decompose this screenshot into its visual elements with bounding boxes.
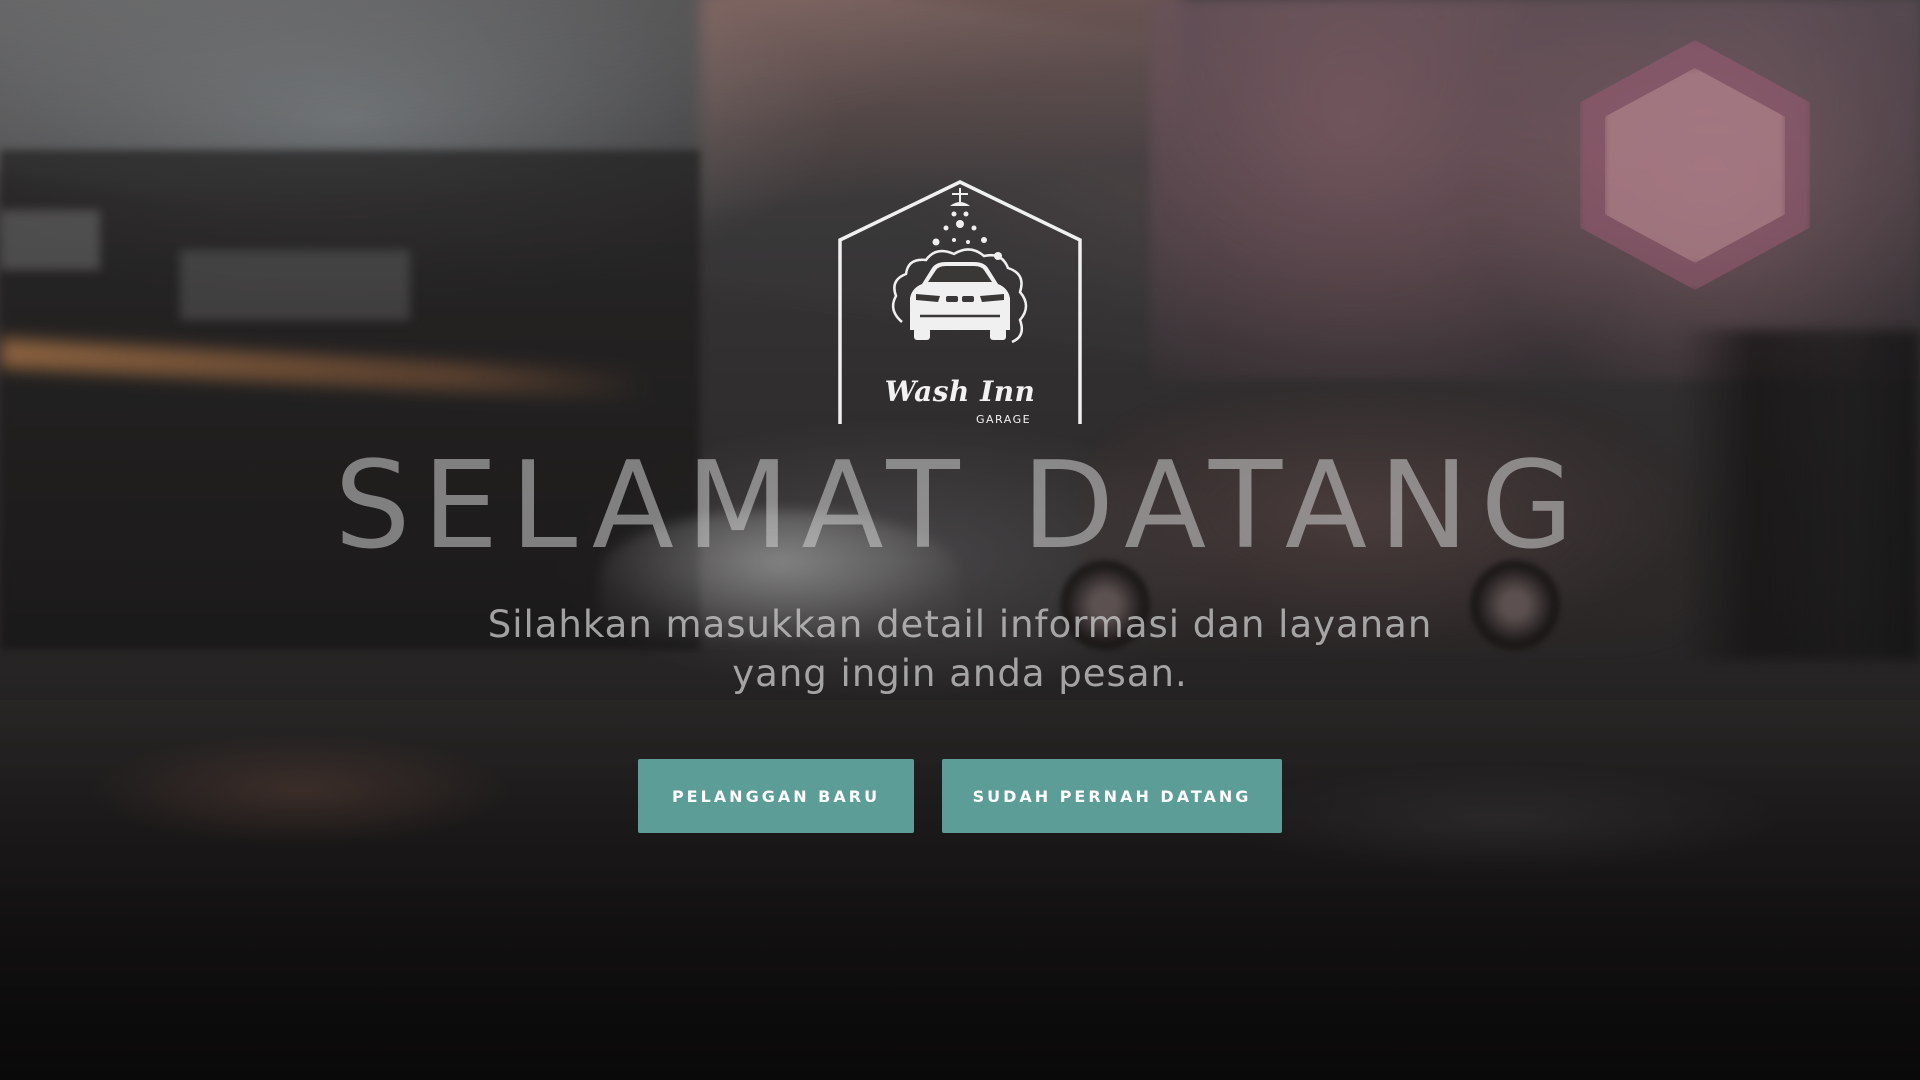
brand-subtitle: GARAGE: [976, 413, 1032, 426]
brand-name: Wash Inn: [884, 375, 1036, 408]
new-customer-button[interactable]: PELANGGAN BARU: [638, 759, 914, 833]
welcome-headline: SELAMAT DATANG: [334, 437, 1586, 576]
returning-customer-button[interactable]: SUDAH PERNAH DATANG: [942, 759, 1282, 833]
welcome-subtext-line: yang ingin anda pesan.: [732, 652, 1188, 695]
brand-logo: Wash Inn GARAGE: [836, 180, 1084, 430]
action-buttons: PELANGGAN BARU SUDAH PERNAH DATANG: [0, 759, 1920, 833]
hero-content: Wash Inn GARAGE SELAMAT DATANG Silahkan …: [0, 0, 1920, 1080]
welcome-page: Wash Inn GARAGE SELAMAT DATANG Silahkan …: [0, 0, 1920, 1080]
welcome-subtext-line: Silahkan masukkan detail informasi dan l…: [487, 603, 1433, 646]
welcome-subtext: Silahkan masukkan detail informasi dan l…: [0, 600, 1920, 698]
